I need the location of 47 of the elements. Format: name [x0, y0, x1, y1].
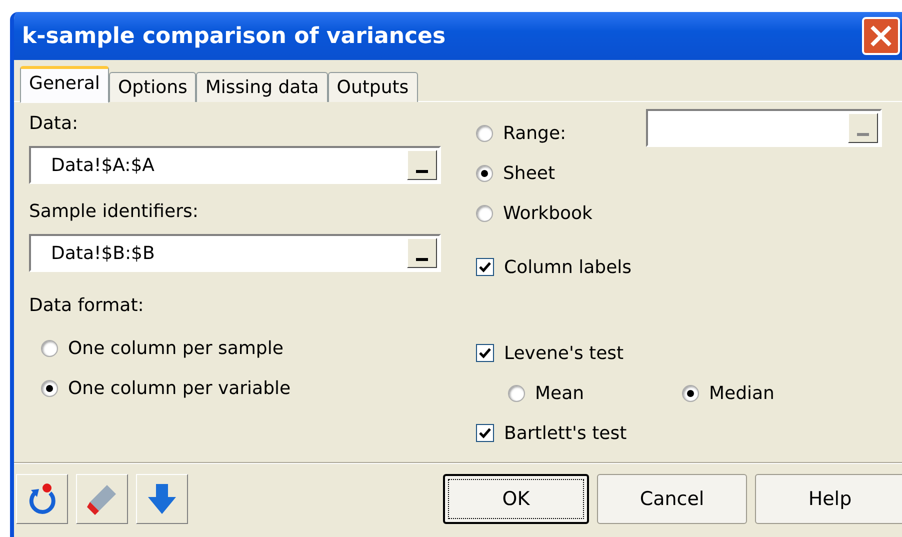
- refresh-button[interactable]: [16, 474, 68, 524]
- eraser-button[interactable]: [76, 474, 128, 524]
- tab[interactable]: Options: [108, 72, 196, 102]
- radio-button[interactable]: [41, 340, 58, 356]
- input-field[interactable]: Data!$B:$B: [29, 234, 441, 272]
- radio-button[interactable]: [682, 384, 699, 402]
- radio-button[interactable]: [508, 384, 525, 402]
- range-field[interactable]: [646, 109, 882, 147]
- dash-icon: [857, 133, 869, 136]
- checkbox[interactable]: [476, 344, 494, 362]
- checkbox-label: Bartlett's test: [504, 422, 627, 446]
- checkbox[interactable]: [476, 424, 494, 442]
- dash-icon: [416, 170, 428, 173]
- radio-button[interactable]: [476, 124, 493, 142]
- close-icon: [868, 23, 894, 49]
- tab[interactable]: Outputs: [328, 72, 418, 102]
- option-label: Sheet: [503, 162, 556, 186]
- option-label: Median: [709, 382, 774, 406]
- checkbox[interactable]: [476, 258, 494, 276]
- section-label: Data format:: [29, 294, 145, 318]
- checkbox-label: Column labels: [504, 256, 632, 280]
- radio-button[interactable]: [476, 204, 493, 222]
- dialog-button[interactable]: OK: [443, 474, 589, 524]
- tab[interactable]: General: [20, 66, 109, 103]
- option-label: Mean: [535, 382, 584, 406]
- radio-button[interactable]: [476, 164, 493, 182]
- field-label: Sample identifiers:: [29, 200, 200, 224]
- dialog-button[interactable]: Help: [755, 474, 902, 524]
- range-select-button[interactable]: [407, 238, 437, 268]
- checkbox-label: Levene's test: [504, 342, 624, 366]
- option-label: One column per variable: [68, 376, 291, 400]
- eraser-icon: [85, 482, 119, 516]
- radio-button[interactable]: [41, 380, 58, 396]
- dash-icon: [416, 258, 428, 261]
- dialog-button[interactable]: Cancel: [597, 474, 747, 524]
- option-label: Range:: [503, 122, 566, 146]
- close-button[interactable]: [862, 17, 900, 55]
- option-label: Workbook: [503, 202, 592, 226]
- range-select-button[interactable]: [848, 113, 878, 143]
- range-select-button[interactable]: [407, 150, 437, 180]
- window-title: k-sample comparison of variances: [22, 22, 446, 50]
- download-button[interactable]: [136, 474, 188, 524]
- field-label: Data:: [29, 112, 80, 136]
- tab[interactable]: Missing data: [196, 72, 328, 102]
- option-label: One column per sample: [68, 336, 284, 360]
- input-field[interactable]: Data!$A:$A: [29, 146, 441, 184]
- down-arrow-icon: [146, 482, 178, 516]
